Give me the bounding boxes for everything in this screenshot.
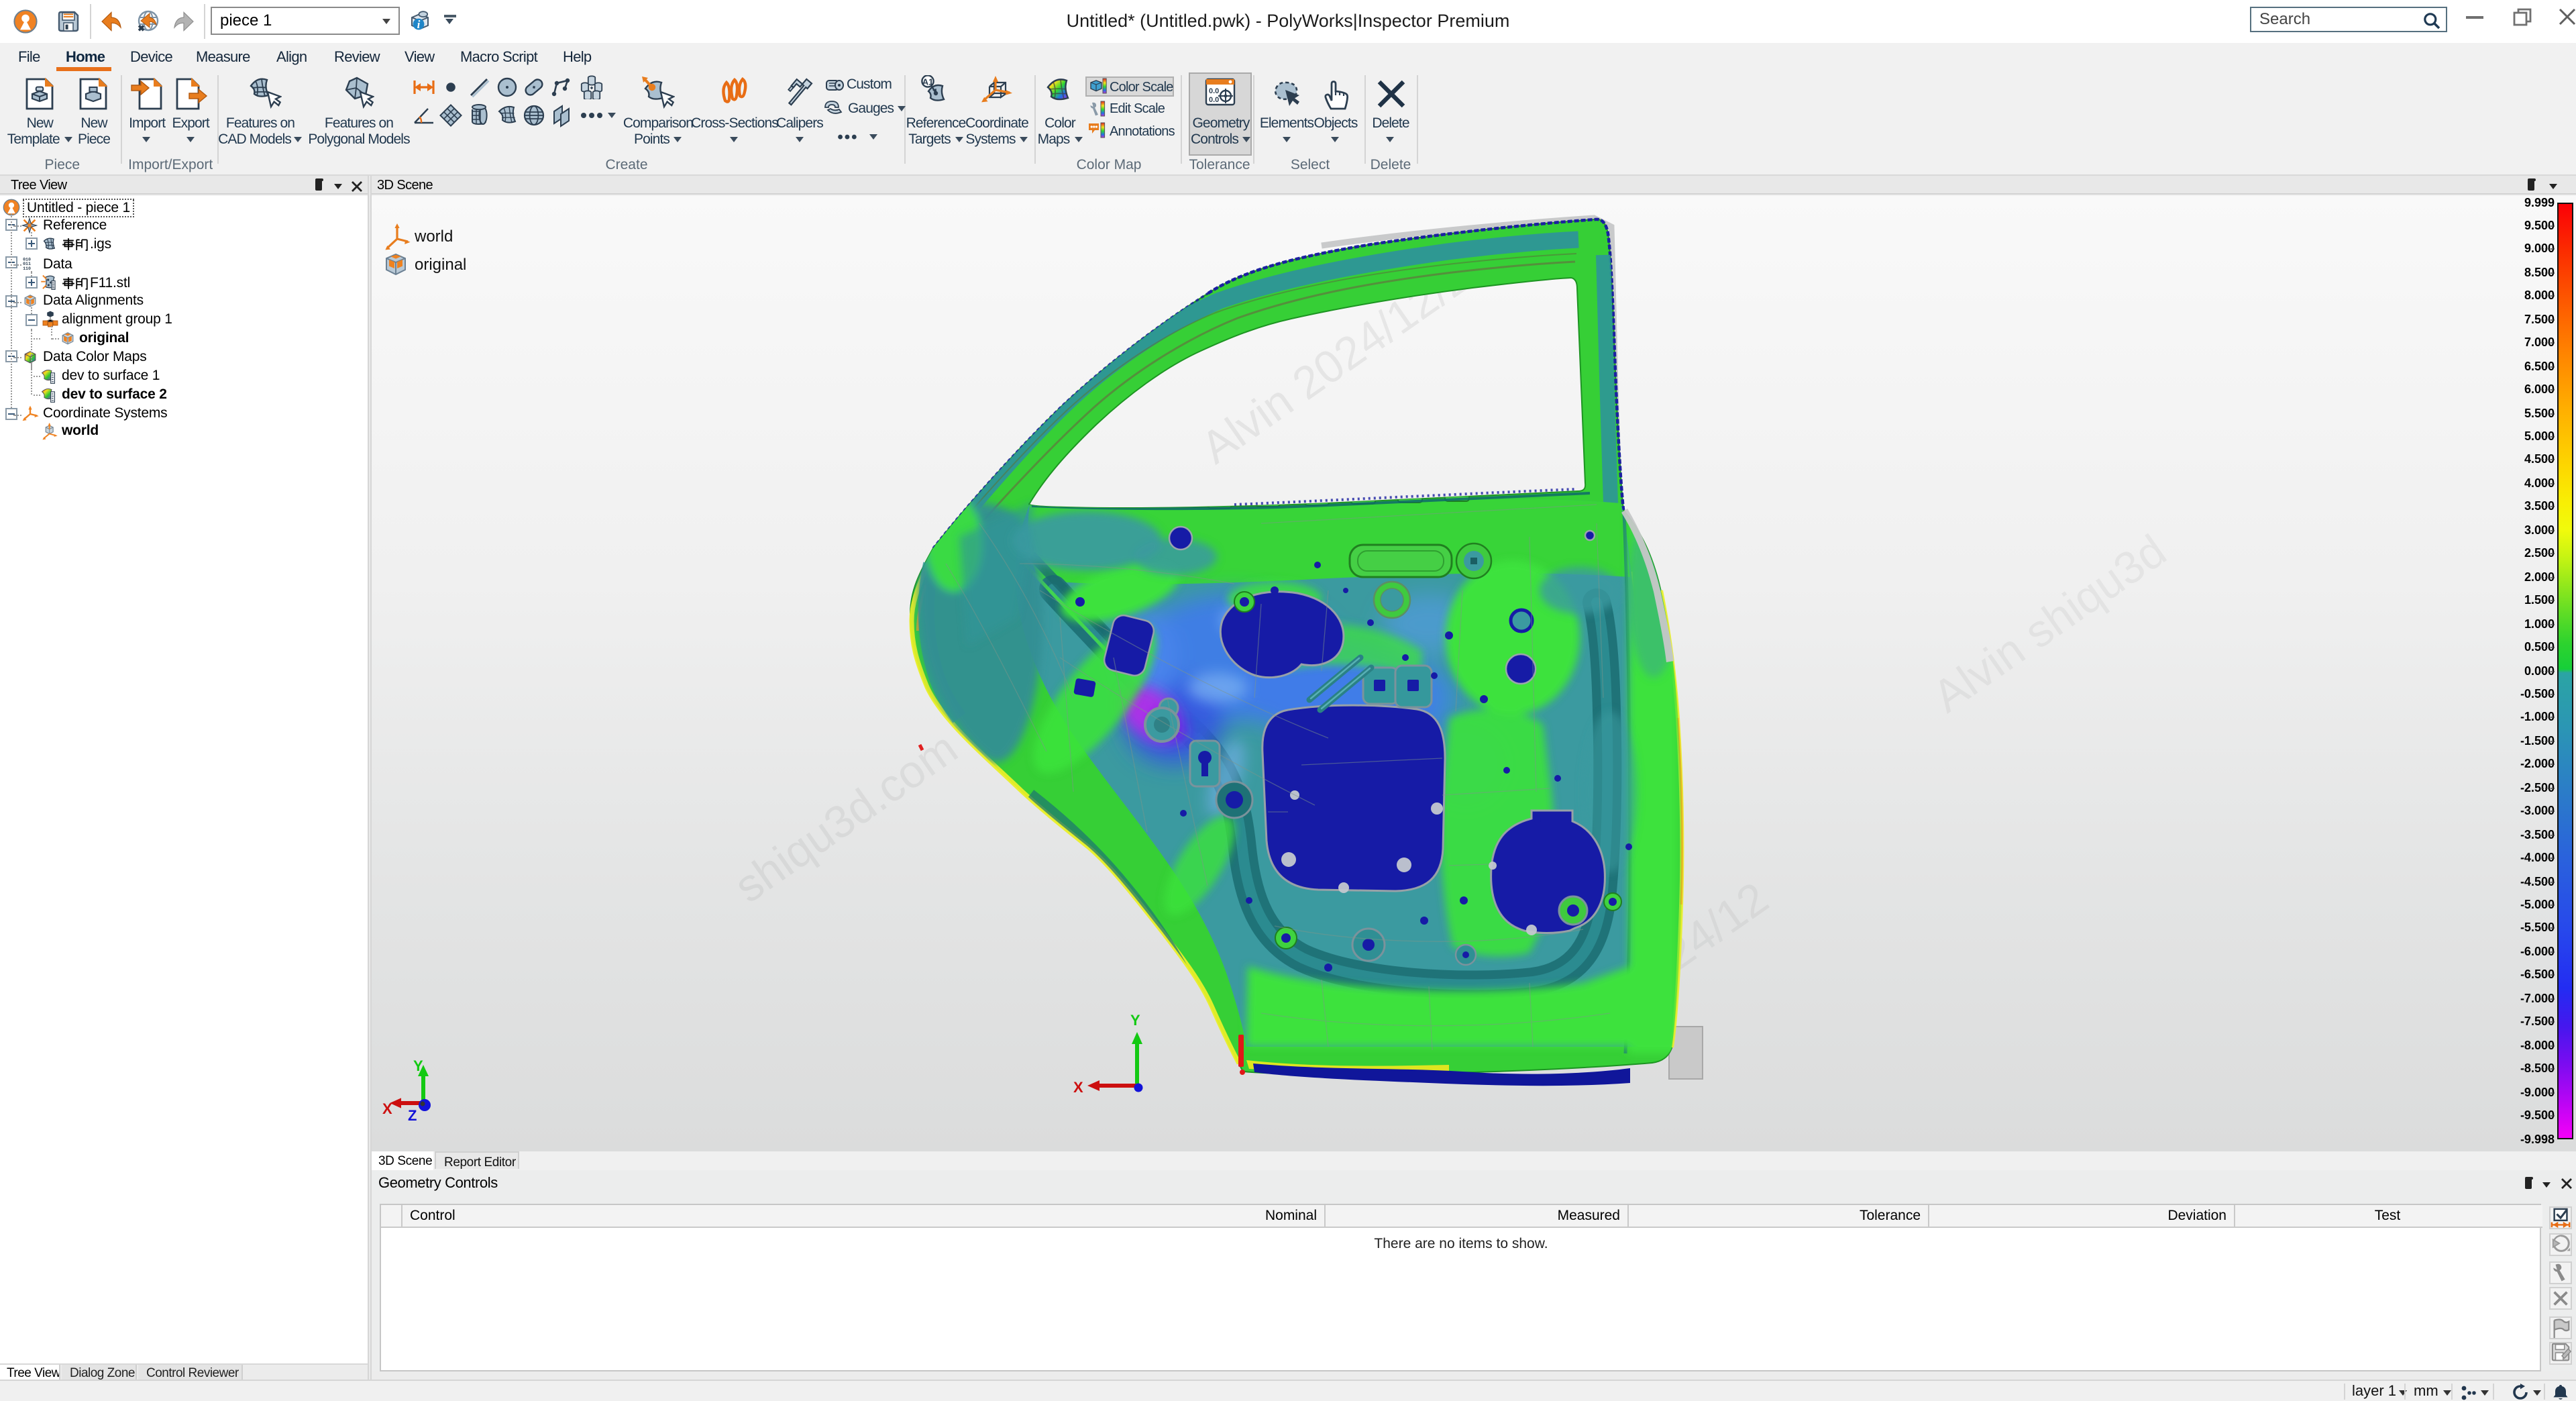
svg-text:110: 110 — [23, 266, 31, 271]
svg-text:Y: Y — [413, 1060, 423, 1074]
svg-text:Y: Y — [1130, 1012, 1140, 1029]
svg-text:X: X — [382, 1100, 392, 1117]
svg-text:0.0: 0.0 — [1209, 87, 1219, 95]
svg-text:X: X — [1073, 1079, 1083, 1096]
svg-text:Z: Z — [408, 1107, 417, 1124]
svg-text:0.0: 0.0 — [1209, 96, 1219, 104]
svg-text:i: i — [417, 18, 421, 31]
